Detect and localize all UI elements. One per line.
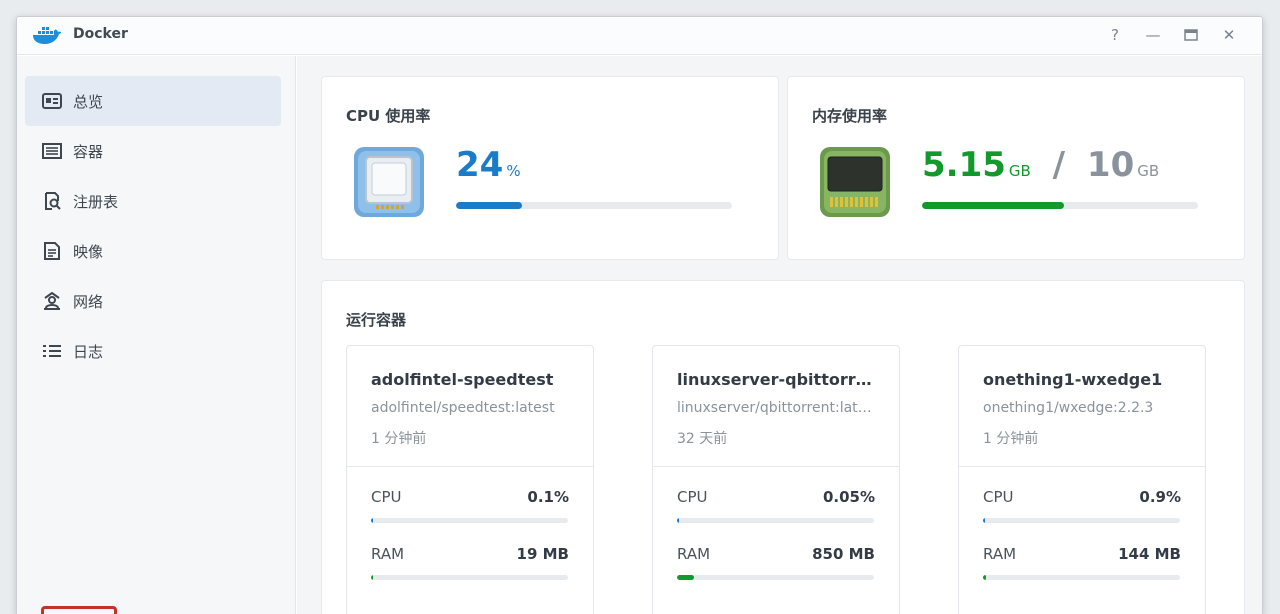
container-name: adolfintel-speedtest: [371, 370, 554, 389]
ram-bar: [983, 575, 1180, 580]
maximize-icon: [1184, 29, 1198, 41]
ram-bar-fill: [983, 575, 986, 580]
memory-used-unit: GB: [1008, 162, 1031, 180]
container-uptime: 32 天前: [677, 431, 728, 447]
container-card[interactable]: adolfintel-speedtest adolfintel/speedtest…: [346, 345, 594, 614]
ram-label: RAM: [371, 545, 405, 563]
sidebar-item-label: 日志: [73, 342, 104, 361]
cpu-usage-unit: %: [506, 162, 521, 180]
cpu-value: 0.05%: [822, 488, 875, 506]
help-button[interactable]: ?: [1096, 23, 1134, 47]
card-divider: [347, 466, 593, 467]
cpu-bar-fill: [371, 518, 373, 523]
memory-panel: 内存使用率 5.15 GB / 10 GB: [787, 76, 1245, 260]
card-divider: [959, 466, 1205, 467]
memory-usage-bar: [922, 202, 1198, 209]
docker-window: Docker ? — ✕ 总览 容器 注册表 映像 网络 日志 CPU 使用率 …: [16, 16, 1263, 614]
memory-usage-value: 5.15 GB / 10 GB: [922, 145, 1159, 185]
running-containers-title: 运行容器: [346, 311, 407, 329]
cpu-label: CPU: [371, 488, 402, 506]
cpu-bar: [677, 518, 874, 523]
window-title: Docker: [73, 26, 128, 42]
container-image: adolfintel/speedtest:latest: [371, 400, 555, 416]
container-uptime: 1 分钟前: [983, 431, 1039, 447]
sidebar-item-label: 网络: [73, 292, 104, 311]
memory-usage-bar-fill: [922, 202, 1065, 209]
cpu-chip-icon: [354, 147, 424, 217]
memory-total-unit: GB: [1137, 162, 1160, 180]
memory-separator: /: [1052, 145, 1066, 185]
container-icon: [41, 140, 63, 162]
cpu-bar: [371, 518, 568, 523]
container-image: onething1/wxedge:2.2.3: [983, 400, 1154, 416]
log-icon: [41, 340, 63, 362]
titlebar: Docker ? — ✕: [17, 17, 1262, 55]
minimize-button[interactable]: —: [1134, 23, 1172, 47]
container-uptime: 1 分钟前: [371, 431, 427, 447]
cpu-label: CPU: [983, 488, 1014, 506]
memory-total: 10: [1086, 145, 1135, 185]
memory-used: 5.15: [922, 145, 1006, 185]
sidebar-item-registry[interactable]: 注册表: [25, 176, 281, 226]
cpu-usage-number: 24: [456, 145, 504, 185]
container-image: linuxserver/qbittorrent:latest: [677, 400, 877, 416]
sidebar-item-label: 注册表: [73, 192, 119, 211]
image-icon: [41, 240, 63, 262]
cpu-bar-fill: [983, 518, 985, 523]
sidebar-item-log[interactable]: 日志: [25, 326, 281, 376]
cpu-value: 0.9%: [1139, 488, 1181, 506]
network-icon: [41, 290, 63, 312]
cpu-usage-value: 24%: [456, 145, 521, 185]
cpu-panel: CPU 使用率 24%: [321, 76, 779, 260]
container-name: linuxserver-qbittorrent: [677, 370, 882, 389]
ram-bar-fill: [677, 575, 694, 580]
memory-panel-title: 内存使用率: [812, 107, 888, 125]
cpu-label: CPU: [677, 488, 708, 506]
ram-value: 850 MB: [812, 545, 875, 563]
cpu-bar-fill: [677, 518, 679, 523]
cpu-panel-title: CPU 使用率: [346, 107, 431, 125]
registry-icon: [41, 190, 63, 212]
overview-icon: [41, 90, 63, 112]
ram-label: RAM: [677, 545, 711, 563]
container-card[interactable]: onething1-wxedge1 onething1/wxedge:2.2.3 1…: [958, 345, 1206, 614]
window-controls: ? — ✕: [1096, 23, 1248, 47]
cpu-usage-bar-fill: [456, 202, 523, 209]
sidebar-item-image[interactable]: 映像: [25, 226, 281, 276]
cpu-bar: [983, 518, 1180, 523]
container-name: onething1-wxedge1: [983, 370, 1163, 389]
sidebar-item-container[interactable]: 容器: [25, 126, 281, 176]
ram-bar: [677, 575, 874, 580]
close-button[interactable]: ✕: [1210, 23, 1248, 47]
maximize-button[interactable]: [1172, 23, 1210, 47]
cpu-value: 0.1%: [527, 488, 569, 506]
sidebar-item-label: 映像: [73, 242, 104, 261]
brand-logo: [41, 606, 117, 614]
container-card[interactable]: linuxserver-qbittorrent linuxserver/qbitt…: [652, 345, 900, 614]
ram-value: 144 MB: [1118, 545, 1181, 563]
sidebar-item-label: 总览: [73, 92, 104, 111]
sidebar: 总览 容器 注册表 映像 网络 日志: [17, 56, 296, 614]
card-divider: [653, 466, 899, 467]
sidebar-item-network[interactable]: 网络: [25, 276, 281, 326]
memory-chip-icon: [820, 147, 890, 217]
ram-label: RAM: [983, 545, 1017, 563]
sidebar-item-label: 容器: [73, 142, 104, 161]
ram-value: 19 MB: [516, 545, 569, 563]
ram-bar-fill: [371, 575, 373, 580]
cpu-usage-bar: [456, 202, 732, 209]
docker-whale-icon: [33, 27, 61, 44]
sidebar-item-overview[interactable]: 总览: [25, 76, 281, 126]
main-content: CPU 使用率 24% 内存使用率 5.15 GB / 10 GB 运行容器 a…: [297, 56, 1262, 614]
ram-bar: [371, 575, 568, 580]
